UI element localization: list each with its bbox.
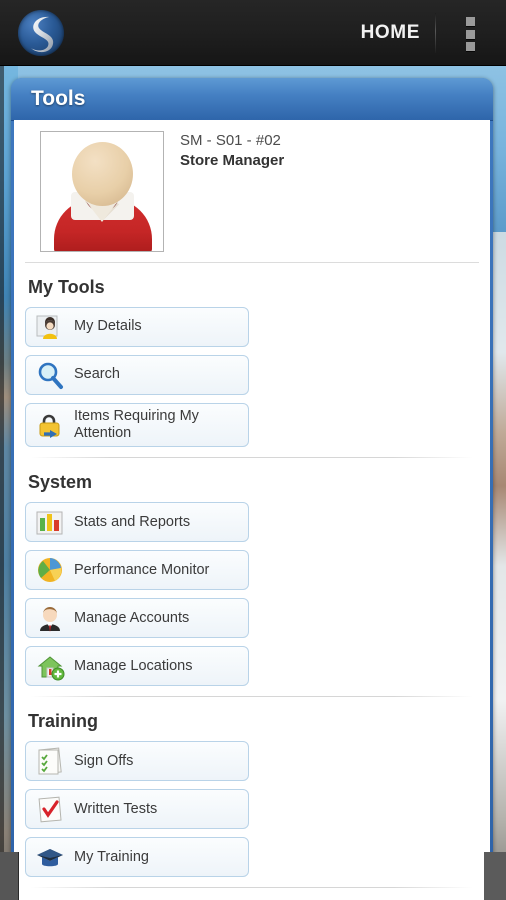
top-action-bar: HOME <box>0 0 506 66</box>
tool-button-label: Sign Offs <box>74 752 134 769</box>
scrollbar-left[interactable] <box>0 852 19 900</box>
profile-meta: SM - S01 - #02 Store Manager <box>180 132 284 169</box>
profile-identifier: SM - S01 - #02 <box>180 132 281 149</box>
panel-title-bar: Tools <box>11 78 493 121</box>
graduation-cap-icon <box>35 842 65 872</box>
section-communication: Communication22CalendarNoticesForumImage… <box>25 888 479 900</box>
tool-button-label: My Training <box>74 848 149 865</box>
section-title: Communication <box>25 888 479 900</box>
section-title: System <box>28 472 93 493</box>
tool-button-written-tests[interactable]: Written Tests <box>25 789 249 830</box>
overflow-menu-icon[interactable] <box>460 17 480 51</box>
section-training: Training Sign Offs Written Tests My Trainin… <box>25 697 479 889</box>
user-card-icon <box>35 312 65 342</box>
tools-panel: Tools SM - S01 - #02 Store Manager My To… <box>11 78 493 900</box>
panel-body: SM - S01 - #02 Store Manager My Tools My … <box>14 120 490 900</box>
tool-button-label: My Details <box>74 318 142 335</box>
tool-button-label: Manage Locations <box>74 657 193 674</box>
tool-button-label: Performance Monitor <box>74 561 210 578</box>
section-system: System Stats and Reports Performance Monit… <box>25 458 479 698</box>
left-dark-edge <box>0 62 4 900</box>
tool-grid: Stats and Reports Performance Monitor Mana… <box>25 502 479 687</box>
section-my-tools: My Tools My Details Search Items Requiring … <box>25 263 479 459</box>
tool-button-label: Items Requiring My Attention <box>74 408 199 442</box>
tool-button-my-details[interactable]: My Details <box>25 307 249 347</box>
sections-host: My Tools My Details Search Items Requiring … <box>14 263 490 900</box>
checklist-icon <box>35 746 65 776</box>
tool-button-stats-and-reports[interactable]: Stats and Reports <box>25 502 249 543</box>
profile-role: Store Manager <box>180 152 285 169</box>
avatar[interactable] <box>40 131 164 252</box>
tool-button-performance-monitor[interactable]: Performance Monitor <box>25 550 249 591</box>
tool-button-my-training[interactable]: My Training <box>25 837 249 878</box>
house-plus-icon <box>35 651 65 681</box>
topbar-divider <box>435 13 436 53</box>
bar-chart-icon <box>35 507 65 537</box>
sphere-s-logo[interactable] <box>18 10 64 56</box>
app-root: HOME Tools SM - S01 - #02 Store Manager … <box>0 0 506 900</box>
tool-button-manage-accounts[interactable]: Manage Accounts <box>25 598 249 639</box>
tool-grid: Sign Offs Written Tests My Training <box>25 741 479 878</box>
tool-button-manage-locations[interactable]: Manage Locations <box>25 646 249 687</box>
lock-attention-icon <box>35 410 65 440</box>
tool-grid: My Details Search Items Requiring My Atten… <box>25 307 479 448</box>
checked-paper-icon <box>35 794 65 824</box>
person-suit-icon <box>35 603 65 633</box>
pie-chart-icon <box>35 555 65 585</box>
tool-button-items-requiring-my-attention[interactable]: Items Requiring My Attention <box>25 403 249 448</box>
home-label[interactable]: HOME <box>361 22 420 44</box>
tool-button-label: Manage Accounts <box>74 609 190 626</box>
page-title: Tools <box>31 87 86 110</box>
section-title: Training <box>28 711 99 732</box>
tool-button-label: Search <box>74 366 120 383</box>
magnifier-icon <box>35 360 65 390</box>
overflow-dot <box>465 42 475 51</box>
overflow-dot <box>465 17 475 26</box>
profile-block: SM - S01 - #02 Store Manager <box>25 120 479 263</box>
tool-button-search[interactable]: Search <box>25 355 249 395</box>
section-title: My Tools <box>28 277 105 297</box>
tool-button-sign-offs[interactable]: Sign Offs <box>25 741 249 782</box>
overflow-dot <box>465 29 475 39</box>
scrollbar-right[interactable] <box>484 852 506 900</box>
tool-button-label: Stats and Reports <box>74 513 191 530</box>
tool-button-label: Written Tests <box>74 800 158 817</box>
avatar-head <box>72 142 133 206</box>
